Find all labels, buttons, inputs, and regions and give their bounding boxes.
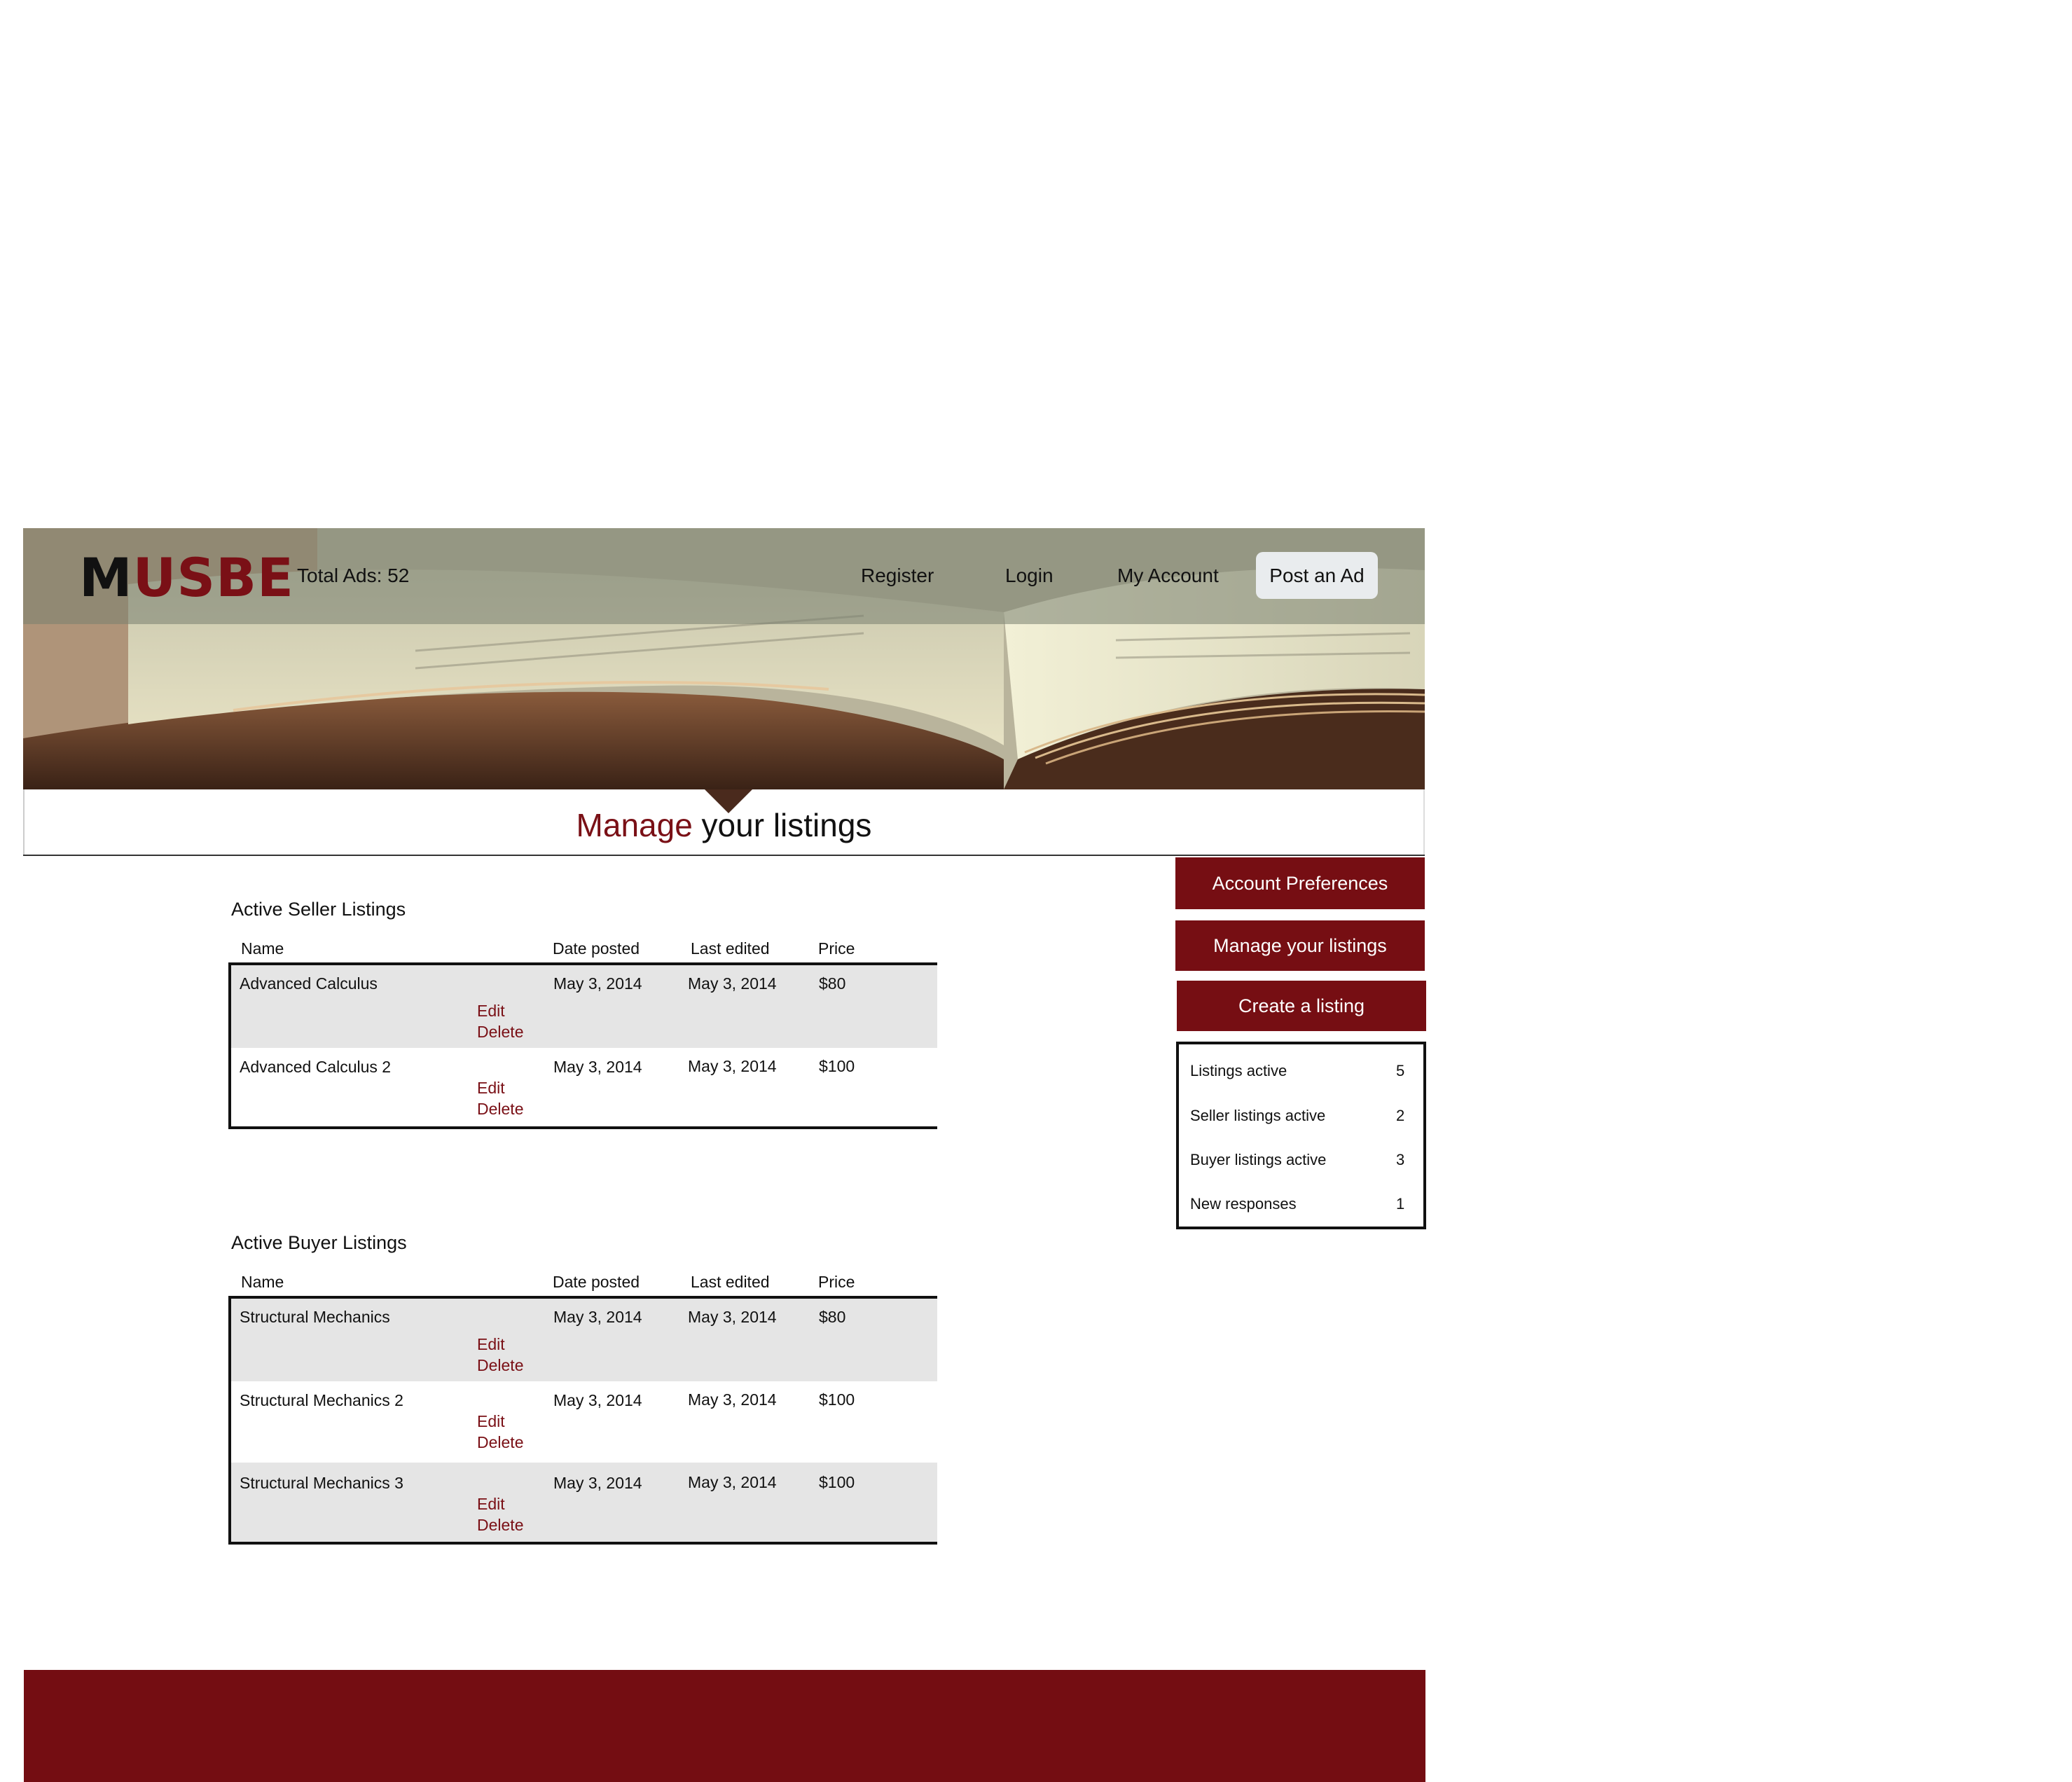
- edit-link[interactable]: Edit: [477, 1000, 505, 1021]
- stat-value: 2: [1396, 1107, 1405, 1124]
- listing-name: Structural Mechanics 2: [240, 1391, 403, 1409]
- account-preferences-button[interactable]: Account Preferences: [1175, 857, 1425, 909]
- listing-price: $100: [819, 1057, 855, 1075]
- listing-price: $80: [819, 1308, 846, 1326]
- stat-value: 1: [1396, 1195, 1405, 1213]
- seller-listings-title: Active Seller Listings: [231, 899, 406, 920]
- buyer-listings-table: Structural Mechanics May 3, 2014 May 3, …: [228, 1296, 937, 1545]
- col-header-date-posted: Date posted: [553, 939, 640, 958]
- stat-row-buyer-listings: Buyer listings active 3: [1179, 1146, 1423, 1174]
- total-ads-count: Total Ads: 52: [297, 565, 410, 586]
- stat-label: Seller listings active: [1190, 1107, 1326, 1124]
- seller-listings-table: Advanced Calculus May 3, 2014 May 3, 201…: [228, 962, 937, 1129]
- listing-last-edited: May 3, 2014: [688, 1308, 777, 1326]
- listing-stats-panel: Listings active 5 Seller listings active…: [1176, 1042, 1426, 1229]
- footer-bar: [24, 1670, 1425, 1782]
- page-title-rest: your listings: [692, 807, 872, 843]
- nav-login-link[interactable]: Login: [1005, 562, 1054, 590]
- listing-price: $100: [819, 1390, 855, 1409]
- listing-date-posted: May 3, 2014: [553, 1391, 642, 1409]
- logo-letter-m: M: [79, 546, 133, 609]
- delete-link[interactable]: Delete: [477, 1514, 523, 1535]
- listing-date-posted: May 3, 2014: [553, 1308, 642, 1326]
- page-title-accent: Manage: [576, 807, 693, 843]
- col-header-last-edited: Last edited: [691, 1273, 770, 1291]
- col-header-price: Price: [818, 1273, 855, 1291]
- delete-link[interactable]: Delete: [477, 1355, 523, 1376]
- post-an-ad-button[interactable]: Post an Ad: [1256, 552, 1378, 599]
- col-header-price: Price: [818, 939, 855, 958]
- col-header-name: Name: [241, 1273, 284, 1291]
- table-row: Structural Mechanics May 3, 2014 May 3, …: [231, 1299, 937, 1381]
- edit-link[interactable]: Edit: [477, 1334, 505, 1355]
- listing-date-posted: May 3, 2014: [553, 1474, 642, 1492]
- nav-register-link[interactable]: Register: [861, 562, 934, 590]
- listing-name: Advanced Calculus 2: [240, 1058, 392, 1076]
- col-header-name: Name: [241, 939, 284, 958]
- table-row: Structural Mechanics 2 May 3, 2014 May 3…: [231, 1381, 937, 1463]
- buyer-listings-title: Active Buyer Listings: [231, 1232, 407, 1253]
- stat-row-listings-active: Listings active 5: [1179, 1057, 1423, 1085]
- stat-row-seller-listings: Seller listings active 2: [1179, 1102, 1423, 1130]
- manage-listings-button[interactable]: Manage your listings: [1175, 920, 1425, 971]
- stat-label: New responses: [1190, 1195, 1297, 1213]
- listing-name: Structural Mechanics: [240, 1308, 390, 1326]
- listing-date-posted: May 3, 2014: [553, 1058, 642, 1076]
- stat-value: 3: [1396, 1151, 1405, 1168]
- listing-last-edited: May 3, 2014: [688, 1390, 777, 1409]
- col-header-last-edited: Last edited: [691, 939, 770, 958]
- delete-link[interactable]: Delete: [477, 1432, 523, 1453]
- listing-last-edited: May 3, 2014: [688, 1057, 777, 1075]
- stat-label: Listings active: [1190, 1062, 1287, 1079]
- create-listing-button[interactable]: Create a listing: [1177, 981, 1426, 1031]
- logo-rest: USBE: [132, 546, 294, 609]
- page-title: Manage your listings: [23, 803, 1425, 848]
- listing-price: $100: [819, 1473, 855, 1491]
- edit-link[interactable]: Edit: [477, 1493, 505, 1514]
- table-row: Advanced Calculus May 3, 2014 May 3, 201…: [231, 965, 937, 1048]
- listing-last-edited: May 3, 2014: [688, 974, 777, 993]
- nav-my-account-link[interactable]: My Account: [1117, 562, 1219, 590]
- stat-row-new-responses: New responses 1: [1179, 1190, 1423, 1218]
- stat-label: Buyer listings active: [1190, 1151, 1327, 1168]
- title-divider: [23, 855, 1425, 856]
- delete-link[interactable]: Delete: [477, 1098, 523, 1119]
- listing-name: Advanced Calculus: [240, 974, 378, 993]
- table-row: Advanced Calculus 2 May 3, 2014 May 3, 2…: [231, 1048, 937, 1126]
- musbe-logo[interactable]: MUSBE: [79, 546, 294, 609]
- listing-name: Structural Mechanics 3: [240, 1474, 403, 1492]
- stat-value: 5: [1396, 1062, 1405, 1079]
- listing-date-posted: May 3, 2014: [553, 974, 642, 993]
- edit-link[interactable]: Edit: [477, 1411, 505, 1432]
- listing-price: $80: [819, 974, 846, 993]
- col-header-date-posted: Date posted: [553, 1273, 640, 1291]
- delete-link[interactable]: Delete: [477, 1021, 523, 1042]
- table-row: Structural Mechanics 3 May 3, 2014 May 3…: [231, 1463, 937, 1542]
- listing-last-edited: May 3, 2014: [688, 1473, 777, 1491]
- edit-link[interactable]: Edit: [477, 1077, 505, 1098]
